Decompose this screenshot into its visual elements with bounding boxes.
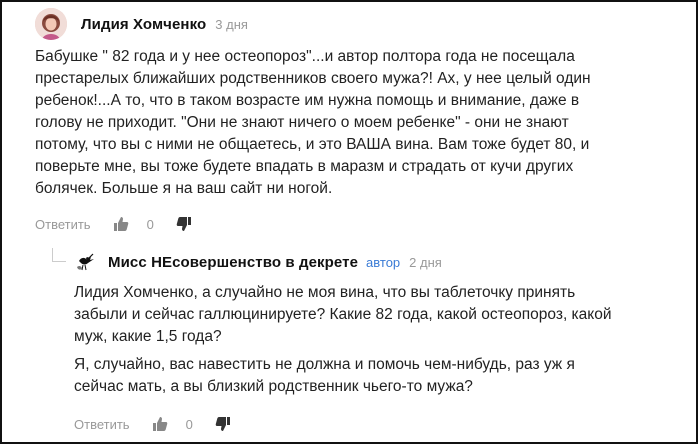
comment-paragraph: Я, случайно, вас навестить не должна и п… (74, 354, 686, 398)
comment-text-line: ребенок!...А то, что в таком возрасте им… (35, 92, 580, 109)
avatar[interactable] (35, 8, 67, 40)
comment-actions: Ответить 0 (74, 414, 686, 434)
reply-button[interactable]: Ответить (35, 217, 91, 232)
comment-actions: Ответить 0 (35, 214, 685, 234)
thumbs-down-icon[interactable] (215, 416, 231, 432)
user-photo-avatar-icon (35, 8, 67, 40)
thumbs-down-icon[interactable] (176, 216, 192, 232)
comment-paragraph: Лидия Хомченко, а случайно не моя вина, … (74, 282, 686, 348)
comment-header: Лидия Хомченко 3 дня (35, 8, 685, 40)
avatar[interactable] (74, 251, 96, 273)
comment-date[interactable]: 3 дня (215, 17, 248, 32)
stork-avatar-icon (77, 253, 94, 271)
comment: Лидия Хомченко 3 дня Бабушке " 82 года и… (35, 8, 685, 234)
comment-author[interactable]: Мисс НЕсовершенство в декрете (108, 254, 358, 271)
comment-text-line: забыли и сейчас галлюцинируете? Какие 82… (74, 306, 612, 323)
thumbs-up-icon[interactable] (152, 416, 168, 432)
comment-text-line: голову не приходит. "Они не знают ничего… (35, 114, 569, 131)
comment-reply: Мисс НЕсовершенство в декрете автор 2 дн… (74, 246, 686, 434)
comment-text-line: престарелых ближайших родственников свое… (35, 70, 591, 87)
reply-thread-connector (52, 248, 66, 262)
reply-button[interactable]: Ответить (74, 417, 130, 432)
comment-text-line: поверьте мне, вы тоже будете впадать в м… (35, 158, 574, 175)
vote-count: 0 (146, 216, 154, 232)
comment-text-line: Лидия Хомченко, а случайно не моя вина, … (74, 284, 576, 301)
comment-text-line: Бабушке " 82 года и у нее остеопороз"...… (35, 48, 575, 65)
comment-text-line: Я, случайно, вас навестить не должна и п… (74, 356, 575, 373)
comment-text-line: муж, какие 1,5 года? (74, 328, 222, 345)
thumbs-up-icon[interactable] (113, 216, 129, 232)
comment-author[interactable]: Лидия Хомченко (81, 16, 206, 33)
comment-text-line: потому, что вы с ними не общаетесь, и эт… (35, 136, 590, 153)
comment-date[interactable]: 2 дня (409, 255, 442, 270)
comment-text: Бабушке " 82 года и у нее остеопороз"...… (35, 46, 685, 200)
comment-text-line: сейчас мать, а вы близкий родственник чь… (74, 378, 473, 395)
comment-header: Мисс НЕсовершенство в декрете автор 2 дн… (74, 246, 686, 278)
comment-text-line: болячек. Больше я на ваш сайт ни ногой. (35, 180, 333, 197)
comment-text: Лидия Хомченко, а случайно не моя вина, … (74, 282, 686, 398)
author-badge: автор (366, 254, 401, 270)
vote-count: 0 (185, 416, 193, 432)
